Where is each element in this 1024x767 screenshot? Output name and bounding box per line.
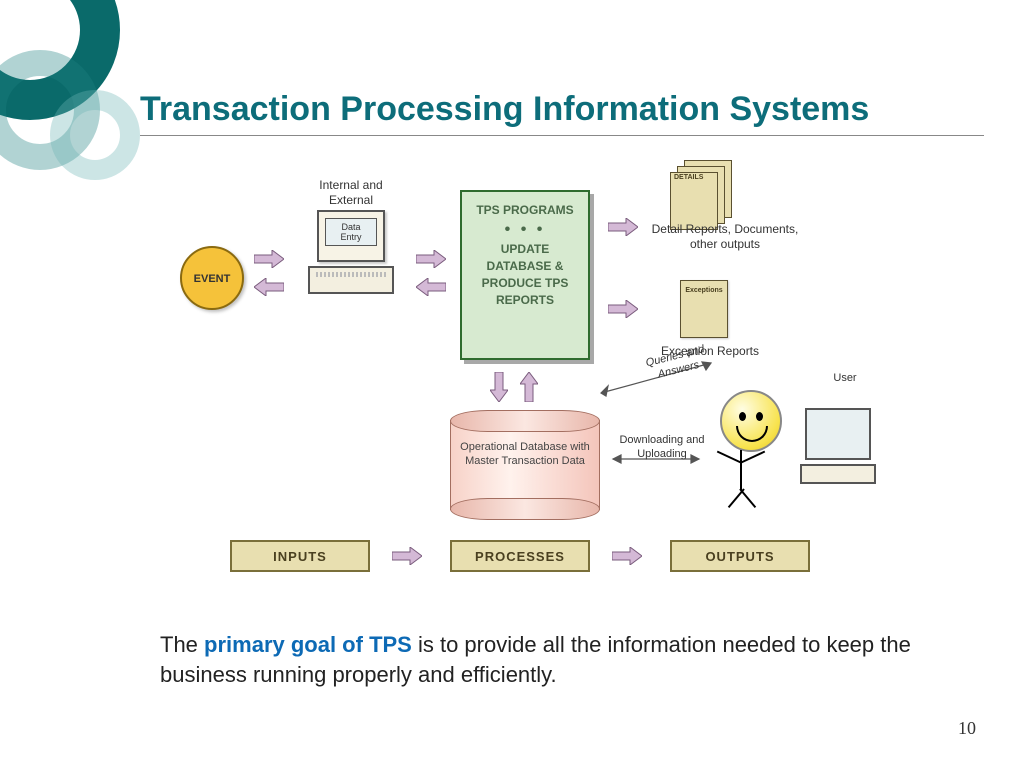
- terminal-caption: Internal andExternal: [298, 178, 404, 208]
- data-entry-terminal: DataEntry: [296, 210, 406, 330]
- arrow-icon: [254, 278, 284, 296]
- downloading-uploading-label: Downloading and Uploading: [612, 434, 712, 462]
- smiley-icon: [720, 390, 782, 452]
- footnote-prefix: The: [160, 632, 204, 657]
- details-tag: DETAILS: [674, 174, 703, 181]
- arrow-icon: [608, 218, 638, 236]
- arrow-icon: [254, 250, 284, 268]
- page-number: 10: [958, 718, 976, 739]
- terminal-screen-label: DataEntry: [325, 218, 377, 246]
- arrow-icon: [520, 372, 538, 402]
- database-label: Operational Database with Master Transac…: [458, 440, 592, 469]
- user-monitor-icon: [800, 408, 876, 484]
- slide-title: Transaction Processing Information Syste…: [140, 90, 984, 136]
- outputs-box: OUTPUTS: [670, 540, 810, 572]
- arrow-icon: [392, 547, 422, 565]
- arrow-icon: [416, 278, 446, 296]
- operational-database: Operational Database with Master Transac…: [450, 410, 600, 520]
- detail-reports-label: Detail Reports, Documents, other outputs: [648, 222, 802, 252]
- tps-box-body: UPDATE DATABASE & PRODUCE TPS REPORTS: [468, 241, 582, 308]
- user-figure: [710, 380, 890, 530]
- tps-programs-box: TPS PROGRAMS • • • UPDATE DATABASE & PRO…: [460, 190, 590, 360]
- footnote-text: The primary goal of TPS is to provide al…: [160, 630, 944, 689]
- arrow-icon: [608, 300, 638, 318]
- tps-diagram: EVENT Internal andExternal DataEntry TPS…: [160, 150, 900, 580]
- inputs-box: INPUTS: [230, 540, 370, 572]
- arrow-icon: [416, 250, 446, 268]
- processes-box: PROCESSES: [450, 540, 590, 572]
- event-node: EVENT: [180, 246, 244, 310]
- exception-report-document: Exceptions: [680, 280, 728, 338]
- arrow-icon: [612, 547, 642, 565]
- tps-box-heading: TPS PROGRAMS: [468, 202, 582, 219]
- ellipsis-icon: • • •: [468, 219, 582, 241]
- footnote-highlight: primary goal of TPS: [204, 632, 412, 657]
- arrow-icon: [490, 372, 508, 402]
